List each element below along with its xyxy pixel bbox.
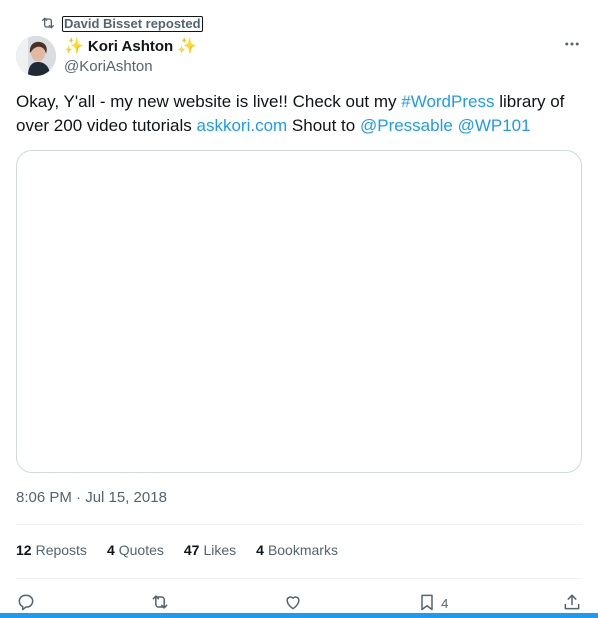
author-name-text: Kori Ashton [87,37,174,55]
repost-button[interactable] [150,592,170,615]
tweet-text-part: Shout to [287,116,360,135]
author-name[interactable]: ✨ Kori Ashton ✨ [64,36,197,56]
repost-indicator: David Bisset reposted [40,15,203,33]
action-bar: 4 [16,592,582,614]
mention-link[interactable]: @Pressable [360,116,453,135]
reposter-link[interactable]: David Bisset reposted [62,16,203,32]
reposts-count: 12 [16,542,32,558]
hashtag-link[interactable]: #WordPress [401,92,494,111]
repost-icon [40,15,56,34]
share-button[interactable] [562,592,582,615]
likes-count: 47 [183,542,200,558]
quotes-count: 4 [106,542,115,558]
more-icon [563,35,581,58]
tweet-text-part: Okay, Y'all - my new website is live!! C… [16,92,402,111]
tweet-text: Okay, Y'all - my new website is live!! C… [16,90,582,138]
sparkle-icon: ✨ [177,38,198,55]
sparkle-icon: ✨ [64,38,84,55]
reposts-stat[interactable]: 12 Reposts [16,542,87,558]
bookmark-icon [417,592,437,615]
retweet-icon [150,592,170,615]
likes-stat[interactable]: 47 Likes [184,542,236,558]
likes-label: Likes [203,542,237,558]
engagement-stats: 12 Reposts 4 Quotes 47 Likes 4 Bookmarks [16,542,338,558]
share-icon [562,592,582,615]
author-block: ✨ Kori Ashton ✨ @KoriAshton [64,36,197,76]
website-link[interactable]: askkori.com [197,116,288,135]
quotes-stat[interactable]: 4 Quotes [107,542,164,558]
divider [16,524,582,525]
quotes-label: Quotes [118,542,164,558]
reply-button[interactable] [16,592,36,615]
avatar[interactable] [16,36,56,76]
like-icon [283,592,303,615]
bookmarks-label: Bookmarks [267,542,338,558]
more-options-button[interactable] [562,36,582,56]
reposts-label: Reposts [35,542,87,558]
author-handle[interactable]: @KoriAshton [64,58,197,75]
divider [16,578,582,579]
bottom-accent-bar [0,613,598,618]
tweet-timestamp[interactable]: 8:06 PM · Jul 15, 2018 [16,489,167,506]
bookmarks-stat[interactable]: 4 Bookmarks [256,542,338,558]
like-button[interactable] [283,592,303,615]
mention-link[interactable]: @WP101 [458,116,531,135]
bookmarks-count: 4 [256,542,264,558]
bookmark-button[interactable]: 4 [417,592,448,615]
bookmark-count: 4 [441,595,449,611]
reply-icon [16,592,36,615]
link-preview-card[interactable] [16,150,582,473]
